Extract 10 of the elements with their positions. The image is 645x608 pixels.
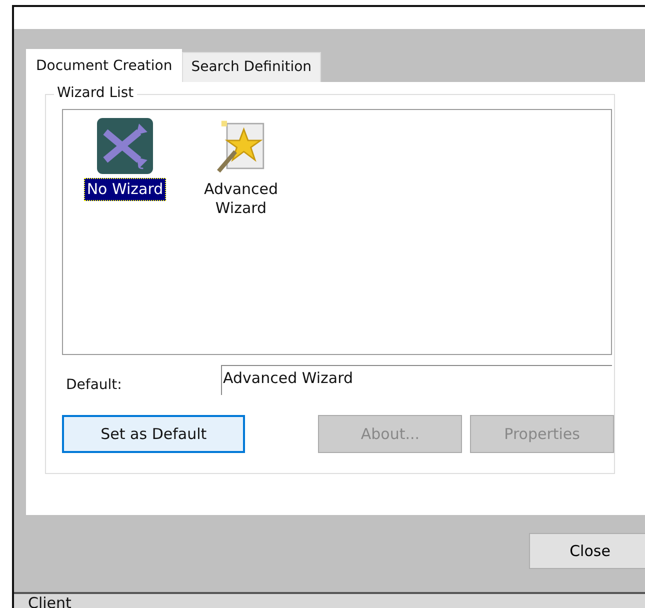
wizard-label[interactable]: Advanced Wizard	[200, 178, 282, 220]
status-text: Client	[28, 594, 72, 608]
crossed-arrows-icon[interactable]	[97, 118, 153, 174]
wizard-label[interactable]: No Wizard	[84, 178, 166, 201]
default-label: Default:	[65, 377, 123, 393]
tab[interactable]: Document Creation	[26, 49, 182, 82]
tab[interactable]: Search Definition	[182, 52, 321, 82]
dialog-button[interactable]: Set as Default	[62, 415, 246, 453]
default-field[interactable]: Advanced Wizard	[221, 365, 612, 395]
close-button[interactable]: Close	[529, 533, 645, 569]
